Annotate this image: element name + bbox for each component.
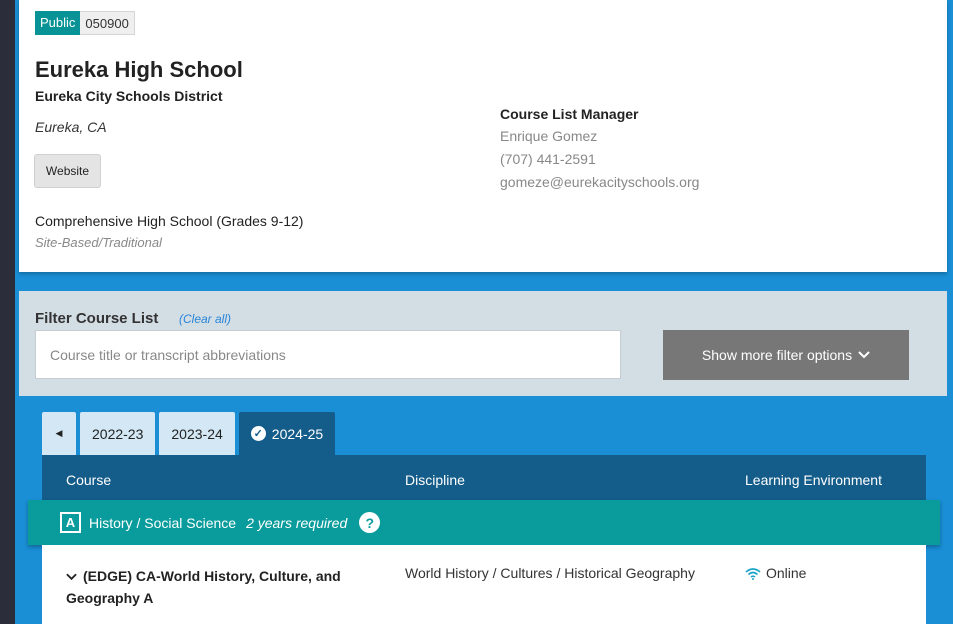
column-header-environment: Learning Environment <box>745 472 882 488</box>
course-name: (EDGE) CA-World History, Culture, and Ge… <box>66 568 341 606</box>
chevron-down-icon <box>858 351 870 359</box>
school-type: Comprehensive High School (Grades 9-12) <box>35 213 304 229</box>
column-header-course: Course <box>66 472 112 488</box>
tab-2022-23[interactable]: 2022-23 <box>80 412 156 455</box>
manager-email[interactable]: gomeze@eurekacityschools.org <box>500 174 699 190</box>
tab-label: 2024-25 <box>271 425 324 442</box>
tab-2023-24[interactable]: 2023-24 <box>159 412 235 455</box>
course-search-input[interactable] <box>35 330 621 379</box>
school-type-badge: Public <box>35 11 81 35</box>
clear-all-link[interactable]: (Clear all) <box>179 312 231 326</box>
course-list-manager-label: Course List Manager <box>500 106 639 122</box>
subject-requirement: 2 years required <box>246 514 348 531</box>
wifi-icon <box>745 567 761 580</box>
year-tabs: ◀ 2022-23 2023-24 ✓ 2024-25 <box>42 412 336 455</box>
manager-name: Enrique Gomez <box>500 128 598 144</box>
caret-left-icon: ◀ <box>55 428 63 438</box>
course-table-header: Course Discipline Learning Environment <box>42 455 926 500</box>
course-environment: Online <box>745 565 806 581</box>
help-icon[interactable]: ? <box>359 512 381 533</box>
more-filter-label: Show more filter options <box>701 347 853 363</box>
previous-year-button[interactable]: ◀ <box>42 412 76 455</box>
manager-phone[interactable]: (707) 441-2591 <box>500 151 596 167</box>
course-name-cell[interactable]: (EDGE) CA-World History, Culture, and Ge… <box>66 565 386 609</box>
check-circle-icon: ✓ <box>250 426 266 441</box>
filter-title: Filter Course List <box>35 310 159 327</box>
district-name: Eureka City Schools District <box>35 88 223 104</box>
show-more-filter-options-button[interactable]: Show more filter options <box>663 330 909 380</box>
column-header-discipline: Discipline <box>405 472 465 488</box>
subject-letter-badge: A <box>60 512 81 533</box>
school-info-card: Public 050900 Eureka High School Eureka … <box>19 0 947 272</box>
subject-area-row: A History / Social Science 2 years requi… <box>28 500 940 545</box>
filter-panel: Filter Course List (Clear all) Show more… <box>19 291 947 396</box>
tab-2024-25[interactable]: ✓ 2024-25 <box>238 412 336 455</box>
course-discipline: World History / Cultures / Historical Ge… <box>405 565 695 581</box>
chevron-down-icon <box>66 573 77 581</box>
site-type: Site-Based/Traditional <box>35 235 162 250</box>
school-name: Eureka High School <box>35 57 243 82</box>
subject-name: History / Social Science <box>89 514 237 531</box>
school-code-badge: 050900 <box>80 11 135 35</box>
school-location: Eureka, CA <box>35 119 107 135</box>
school-badges: Public 050900 <box>35 11 135 35</box>
table-row[interactable]: (EDGE) CA-World History, Culture, and Ge… <box>42 545 926 624</box>
website-button[interactable]: Website <box>34 154 101 188</box>
environment-label: Online <box>766 565 807 581</box>
